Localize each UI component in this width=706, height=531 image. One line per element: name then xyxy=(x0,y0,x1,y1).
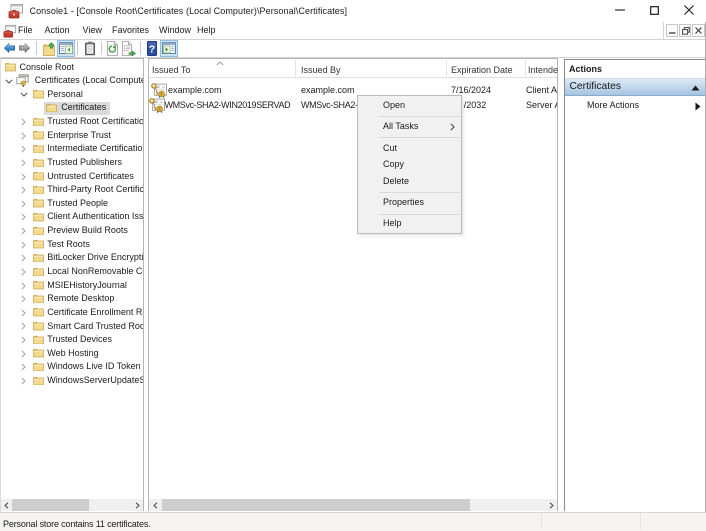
svg-text:?: ? xyxy=(149,44,155,56)
